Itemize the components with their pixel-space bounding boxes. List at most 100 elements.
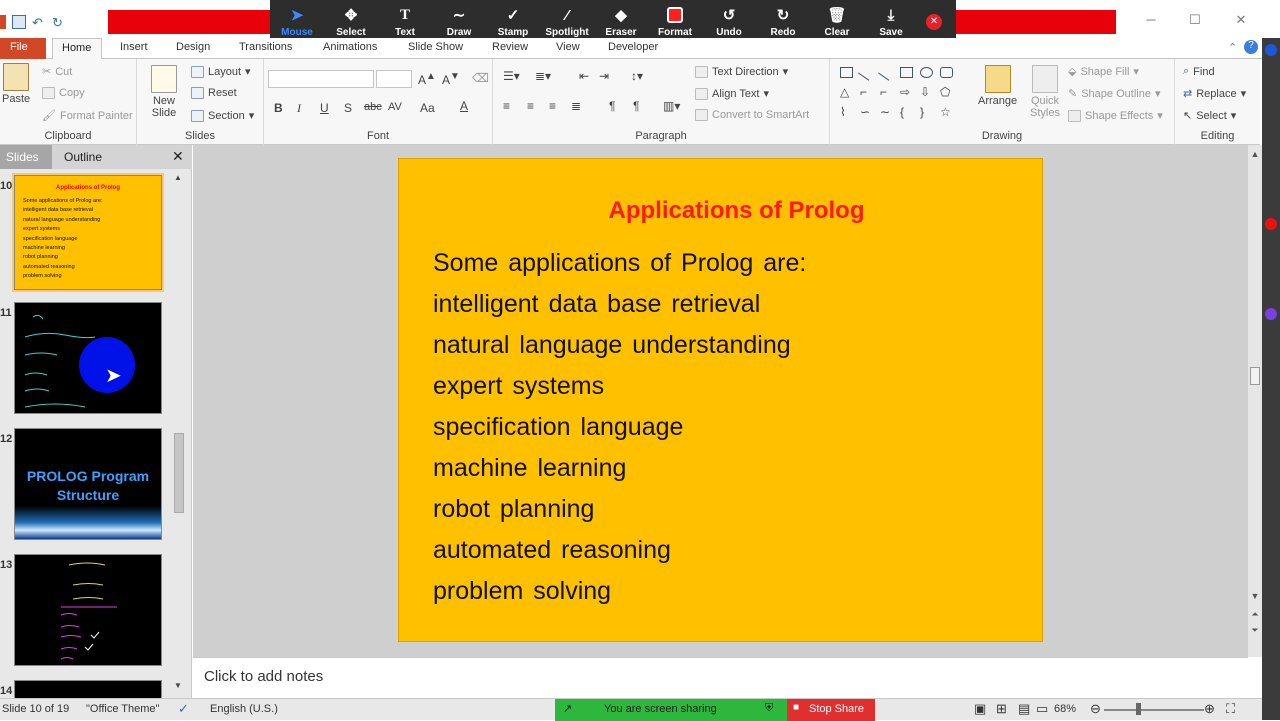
arrow-shape-icon[interactable]: [878, 64, 895, 81]
section-button[interactable]: Section ▾: [191, 109, 254, 122]
paste-button[interactable]: Paste: [2, 63, 30, 105]
down-arrow-shape-icon[interactable]: ⇩: [920, 85, 930, 99]
editor-scrollbar[interactable]: ▲ ▼ ⏶ ⏷: [1248, 145, 1262, 657]
editor-scroll-thumb[interactable]: [1250, 367, 1260, 385]
close-window-button[interactable]: ✕: [1226, 12, 1256, 30]
text-direction-button[interactable]: Text Direction ▾: [695, 65, 788, 78]
tab-home[interactable]: Home: [52, 38, 102, 60]
align-center-icon[interactable]: ≡: [527, 99, 534, 113]
elbow-shape-icon[interactable]: ⌐: [860, 85, 867, 99]
zoom-in-icon[interactable]: ⊕: [1204, 701, 1215, 717]
notes-pane[interactable]: Click to add notes: [193, 657, 1248, 698]
undo-icon[interactable]: ↶: [32, 15, 46, 30]
italic-button[interactable]: I: [297, 101, 301, 116]
format-painter-button[interactable]: 🖌 Format Painter: [42, 109, 133, 123]
line-spacing-icon[interactable]: ↕▾: [631, 69, 643, 83]
grow-font-icon[interactable]: A▲: [418, 71, 436, 87]
line-shape-icon[interactable]: [858, 64, 875, 81]
slide-body[interactable]: Some applications of Prolog are: intelli…: [433, 243, 806, 612]
tab-review[interactable]: Review: [492, 41, 528, 53]
arrange-button[interactable]: Arrange: [978, 65, 1017, 107]
redo-icon[interactable]: ↻: [52, 15, 66, 30]
tab-insert[interactable]: Insert: [120, 41, 148, 53]
next-slide-icon[interactable]: ⏷: [1248, 625, 1262, 636]
char-spacing-icon[interactable]: AV: [388, 101, 402, 113]
tab-developer[interactable]: Developer: [608, 41, 658, 53]
strikethrough-button[interactable]: abc: [364, 101, 382, 113]
close-toolbar-icon[interactable]: ✕: [926, 14, 942, 30]
decrease-indent-icon[interactable]: ⇤: [579, 69, 589, 83]
bullets-icon[interactable]: ☰▾: [503, 69, 520, 83]
shape-effects-button[interactable]: Shape Effects ▾: [1068, 109, 1163, 122]
rounded-rect-shape-icon[interactable]: [940, 67, 953, 78]
scroll-up-icon[interactable]: ▲: [174, 173, 182, 182]
select-button[interactable]: ↖ Select ▾: [1183, 109, 1236, 123]
minimize-button[interactable]: ─: [1136, 12, 1166, 30]
star-shape-icon[interactable]: ☆: [940, 105, 951, 119]
triangle-shape-icon[interactable]: △: [840, 85, 849, 99]
zoom-slider[interactable]: [1104, 709, 1204, 711]
tab-slide-show[interactable]: Slide Show: [408, 41, 463, 53]
normal-view-icon[interactable]: ▣: [974, 701, 986, 717]
fit-to-window-icon[interactable]: ⛶: [1226, 701, 1235, 717]
font-family-select[interactable]: [268, 70, 374, 88]
copy-button[interactable]: Copy: [42, 87, 85, 99]
increase-indent-icon[interactable]: ⇥: [599, 69, 609, 83]
quick-styles-button[interactable]: Quick Styles: [1026, 65, 1064, 119]
shape-fill-button[interactable]: ⬙ Shape Fill ▾: [1068, 65, 1139, 79]
tab-transitions[interactable]: Transitions: [239, 41, 292, 53]
notes-placeholder[interactable]: Click to add notes: [204, 668, 323, 685]
connector-shape-icon[interactable]: ⌐: [880, 85, 887, 99]
rtl-icon[interactable]: ¶: [633, 99, 639, 113]
replace-button[interactable]: ⇄ Replace ▾: [1183, 87, 1246, 101]
slide-title[interactable]: Applications of Prolog: [399, 197, 1074, 225]
panel-tab-outline[interactable]: Outline: [64, 150, 102, 164]
tab-design[interactable]: Design: [176, 41, 210, 53]
previous-slide-icon[interactable]: ⏶: [1248, 609, 1262, 620]
scroll-down-icon[interactable]: ▼: [1248, 591, 1262, 601]
panel-tab-slides[interactable]: Slides: [0, 145, 52, 169]
shrink-font-icon[interactable]: A▼: [442, 71, 460, 87]
panel-scroll-thumb[interactable]: [174, 433, 184, 513]
language-indicator[interactable]: English (U.S.): [210, 703, 278, 715]
scribble-shape-icon[interactable]: ∼: [880, 105, 890, 119]
rectangle-shape-icon[interactable]: [900, 67, 913, 78]
collapse-ribbon-icon[interactable]: ⌃: [1228, 41, 1237, 54]
new-slide-button[interactable]: New Slide: [147, 65, 181, 119]
shapes-gallery[interactable]: △ ⌐ ⌐ ⇨ ⇩ ⬠ ⌇ ∽ ∼ { } ☆: [838, 64, 966, 129]
slide-editor[interactable]: Applications of Prolog Some applications…: [398, 158, 1043, 642]
brace-right-shape-icon[interactable]: }: [920, 105, 924, 119]
scroll-down-icon[interactable]: ▼: [174, 681, 182, 690]
justify-icon[interactable]: ≣: [571, 99, 581, 113]
textbox-shape-icon[interactable]: [840, 67, 853, 78]
zoom-slider-thumb[interactable]: [1136, 703, 1141, 715]
panel-scrollbar[interactable]: ▲ ▼: [172, 169, 186, 698]
oval-shape-icon[interactable]: [920, 67, 933, 78]
columns-icon[interactable]: ▥▾: [663, 99, 680, 113]
maximize-button[interactable]: ☐: [1180, 12, 1210, 30]
pentagon-shape-icon[interactable]: ⬠: [940, 85, 950, 99]
ltr-icon[interactable]: ¶: [609, 99, 615, 113]
slide-thumbnail-13[interactable]: [14, 554, 162, 666]
help-icon[interactable]: ?: [1244, 40, 1258, 54]
stop-share-button[interactable]: ■ Stop Share: [787, 699, 875, 721]
brace-left-shape-icon[interactable]: {: [900, 105, 904, 119]
slideshow-view-icon[interactable]: ▭: [1036, 701, 1048, 717]
slide-thumbnail-12[interactable]: PROLOG Program Structure: [14, 428, 162, 540]
zoom-out-icon[interactable]: ⊖: [1090, 701, 1101, 717]
find-button[interactable]: ⌕ Find: [1183, 65, 1215, 78]
tab-view[interactable]: View: [556, 41, 580, 53]
zoom-level[interactable]: 68%: [1054, 703, 1076, 715]
convert-smartart-button[interactable]: Convert to SmartArt: [695, 109, 809, 121]
close-panel-icon[interactable]: ✕: [172, 148, 184, 165]
reading-view-icon[interactable]: ▤: [1018, 701, 1030, 717]
change-case-icon[interactable]: Aa: [420, 101, 435, 115]
shadow-button[interactable]: S: [344, 101, 352, 115]
tab-file[interactable]: File: [0, 38, 46, 59]
tab-animations[interactable]: Animations: [323, 41, 377, 53]
bold-button[interactable]: B: [274, 101, 283, 115]
align-text-button[interactable]: Align Text ▾: [695, 87, 769, 100]
scroll-up-icon[interactable]: ▲: [1248, 149, 1262, 159]
font-size-select[interactable]: [376, 70, 412, 88]
clear-format-icon[interactable]: ⌫: [472, 71, 489, 85]
